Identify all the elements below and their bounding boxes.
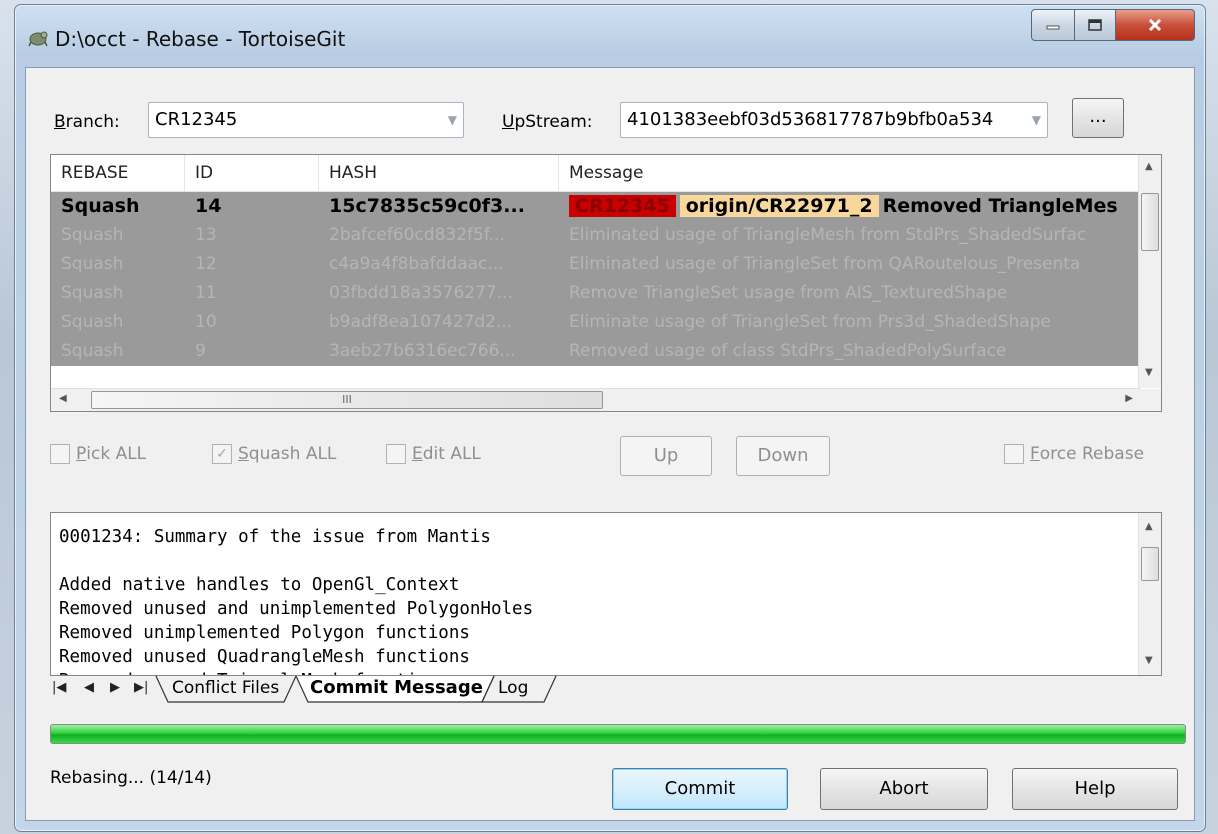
branch-value: CR12345 [155,109,238,130]
minimize-button[interactable] [1031,9,1075,41]
remote-branch-tag: origin/CR22971_2 [679,195,879,217]
row-message: CR12345 origin/CR22971_2 Removed TriangleM… [559,192,1141,221]
branch-label: Branch: [54,112,120,132]
squash-all-checkbox[interactable]: ✓ Squash ALL [212,444,336,464]
table-row[interactable]: Squash 9 3aeb27b6316ec766... Removed usa… [51,337,1141,366]
row-hash: 3aeb27b6316ec766... [329,341,516,361]
commit-button[interactable]: Commit [612,768,788,810]
chevron-down-icon: ▼ [1031,113,1041,127]
scroll-thumb[interactable]: III [91,391,603,409]
scroll-down-icon[interactable]: ▼ [1145,367,1153,378]
tab-conflict-files[interactable]: Conflict Files [172,674,279,702]
dialog-client-area: Branch: CR12345 ▼ UpStream: 4101383eebf0… [25,67,1195,821]
scroll-up-icon[interactable]: ▲ [1145,521,1153,532]
row-message: Removed usage of class StdPrs_ShadedPoly… [569,341,1007,361]
row-hash: b9adf8ea107427d2... [329,312,513,332]
edit-all-checkbox[interactable]: Edit ALL [386,444,481,464]
minimize-icon [1046,25,1060,30]
table-row[interactable]: Squash 11 03fbdd18a3576277... Remove Tri… [51,279,1141,308]
rebase-progress-bar [50,724,1186,744]
row-id: 10 [195,312,217,332]
checkbox-box [1004,444,1024,464]
move-up-button[interactable]: Up [620,436,712,476]
row-hash: c4a9a4f8bafddaac... [329,254,504,274]
table-row[interactable]: Squash 10 b9adf8ea107427d2... Eliminate … [51,308,1141,337]
row-id: 11 [195,283,217,303]
table-row[interactable]: Squash 14 15c7835c59c0f3... CR12345 origi… [51,192,1141,221]
upstream-browse-button[interactable]: ... [1072,98,1124,138]
scroll-right-icon[interactable]: ▶ [1125,393,1133,404]
rebase-commit-list[interactable]: REBASE ID HASH Message Squash 14 15c7835… [50,154,1162,412]
table-row[interactable]: Squash 12 c4a9a4f8bafddaac... Eliminated… [51,250,1141,279]
column-header-rebase[interactable]: REBASE [51,155,185,191]
rebase-dialog: D:\occt - Rebase - TortoiseGit Branch: C… [14,4,1206,832]
row-id: 14 [195,195,222,217]
row-action: Squash [61,195,140,217]
commit-message-text[interactable]: 0001234: Summary of the issue from Manti… [59,525,533,675]
maximize-icon [1088,19,1102,31]
tortoisegit-icon [28,31,48,47]
move-down-button[interactable]: Down [736,436,830,476]
row-id: 13 [195,225,217,245]
column-header-hash[interactable]: HASH [319,155,559,191]
status-text: Rebasing... (14/14) [50,768,212,788]
scroll-corner [1139,389,1161,411]
scroll-thumb[interactable] [1141,193,1159,251]
tab-commit-message[interactable]: Commit Message [310,674,483,702]
list-body: Squash 14 15c7835c59c0f3... CR12345 origi… [51,192,1141,388]
row-id: 9 [195,341,206,361]
row-action: Squash [61,225,124,245]
close-button[interactable] [1116,9,1195,41]
maximize-button[interactable] [1075,9,1116,41]
pick-all-checkbox[interactable]: Pick ALL [50,444,146,464]
list-horizontal-scrollbar[interactable]: ◀ III ▶ [51,388,1141,411]
commit-message-editor[interactable]: 0001234: Summary of the issue from Manti… [50,512,1162,676]
upstream-combobox[interactable]: 4101383eebf03d536817787b9bfb0a534 ▼ [620,102,1048,138]
list-vertical-scrollbar[interactable]: ▲ ▼ [1138,155,1161,388]
row-message: Eliminated usage of TriangleSet from QAR… [569,254,1081,274]
row-action: Squash [61,254,124,274]
message-vertical-scrollbar[interactable]: ▲ ▼ [1138,513,1161,675]
chevron-down-icon: ▼ [447,113,457,127]
scroll-left-icon[interactable]: ◀ [59,393,67,404]
branch-combobox[interactable]: CR12345 ▼ [148,102,464,138]
bottom-tabs: |◀ ◀ ▶ ▶| Conflict Files Commit Message … [50,674,750,704]
checkbox-box [50,444,70,464]
tab-prev-icon[interactable]: ◀ [84,680,94,695]
scroll-up-icon[interactable]: ▲ [1145,161,1153,172]
upstream-label: UpStream: [502,112,593,132]
column-header-message[interactable]: Message [559,155,1141,191]
abort-button[interactable]: Abort [820,768,988,810]
row-hash: 15c7835c59c0f3... [329,195,525,217]
row-message: Eliminate usage of TriangleSet from Prs3… [569,312,1051,332]
row-action: Squash [61,283,124,303]
tab-first-icon[interactable]: |◀ [52,680,66,695]
title-bar[interactable]: D:\occt - Rebase - TortoiseGit [15,5,1205,65]
tab-log[interactable]: Log [498,674,528,702]
help-button[interactable]: Help [1012,768,1178,810]
scroll-down-icon[interactable]: ▼ [1145,655,1153,666]
row-action: Squash [61,312,124,332]
row-message: Remove TriangleSet usage from AIS_Textur… [569,283,1008,303]
row-action: Squash [61,341,124,361]
list-header: REBASE ID HASH Message [51,155,1141,192]
checkbox-box [386,444,406,464]
table-row[interactable]: Squash 13 2bafcef60cd832f5f... Eliminate… [51,221,1141,250]
close-icon [1148,18,1162,32]
row-hash: 2bafcef60cd832f5f... [329,225,505,245]
branch-tag: CR12345 [569,195,676,217]
tab-last-icon[interactable]: ▶| [134,680,148,695]
column-header-id[interactable]: ID [185,155,319,191]
force-rebase-checkbox[interactable]: Force Rebase [1004,444,1144,464]
tab-next-icon[interactable]: ▶ [110,680,120,695]
scroll-thumb[interactable] [1141,547,1159,581]
row-hash: 03fbdd18a3576277... [329,283,513,303]
row-message: Eliminated usage of TriangleMesh from St… [569,225,1087,245]
window-title: D:\occt - Rebase - TortoiseGit [55,27,346,51]
row-id: 12 [195,254,217,274]
upstream-value: 4101383eebf03d536817787b9bfb0a534 [627,109,994,130]
check-icon: ✓ [212,444,232,464]
